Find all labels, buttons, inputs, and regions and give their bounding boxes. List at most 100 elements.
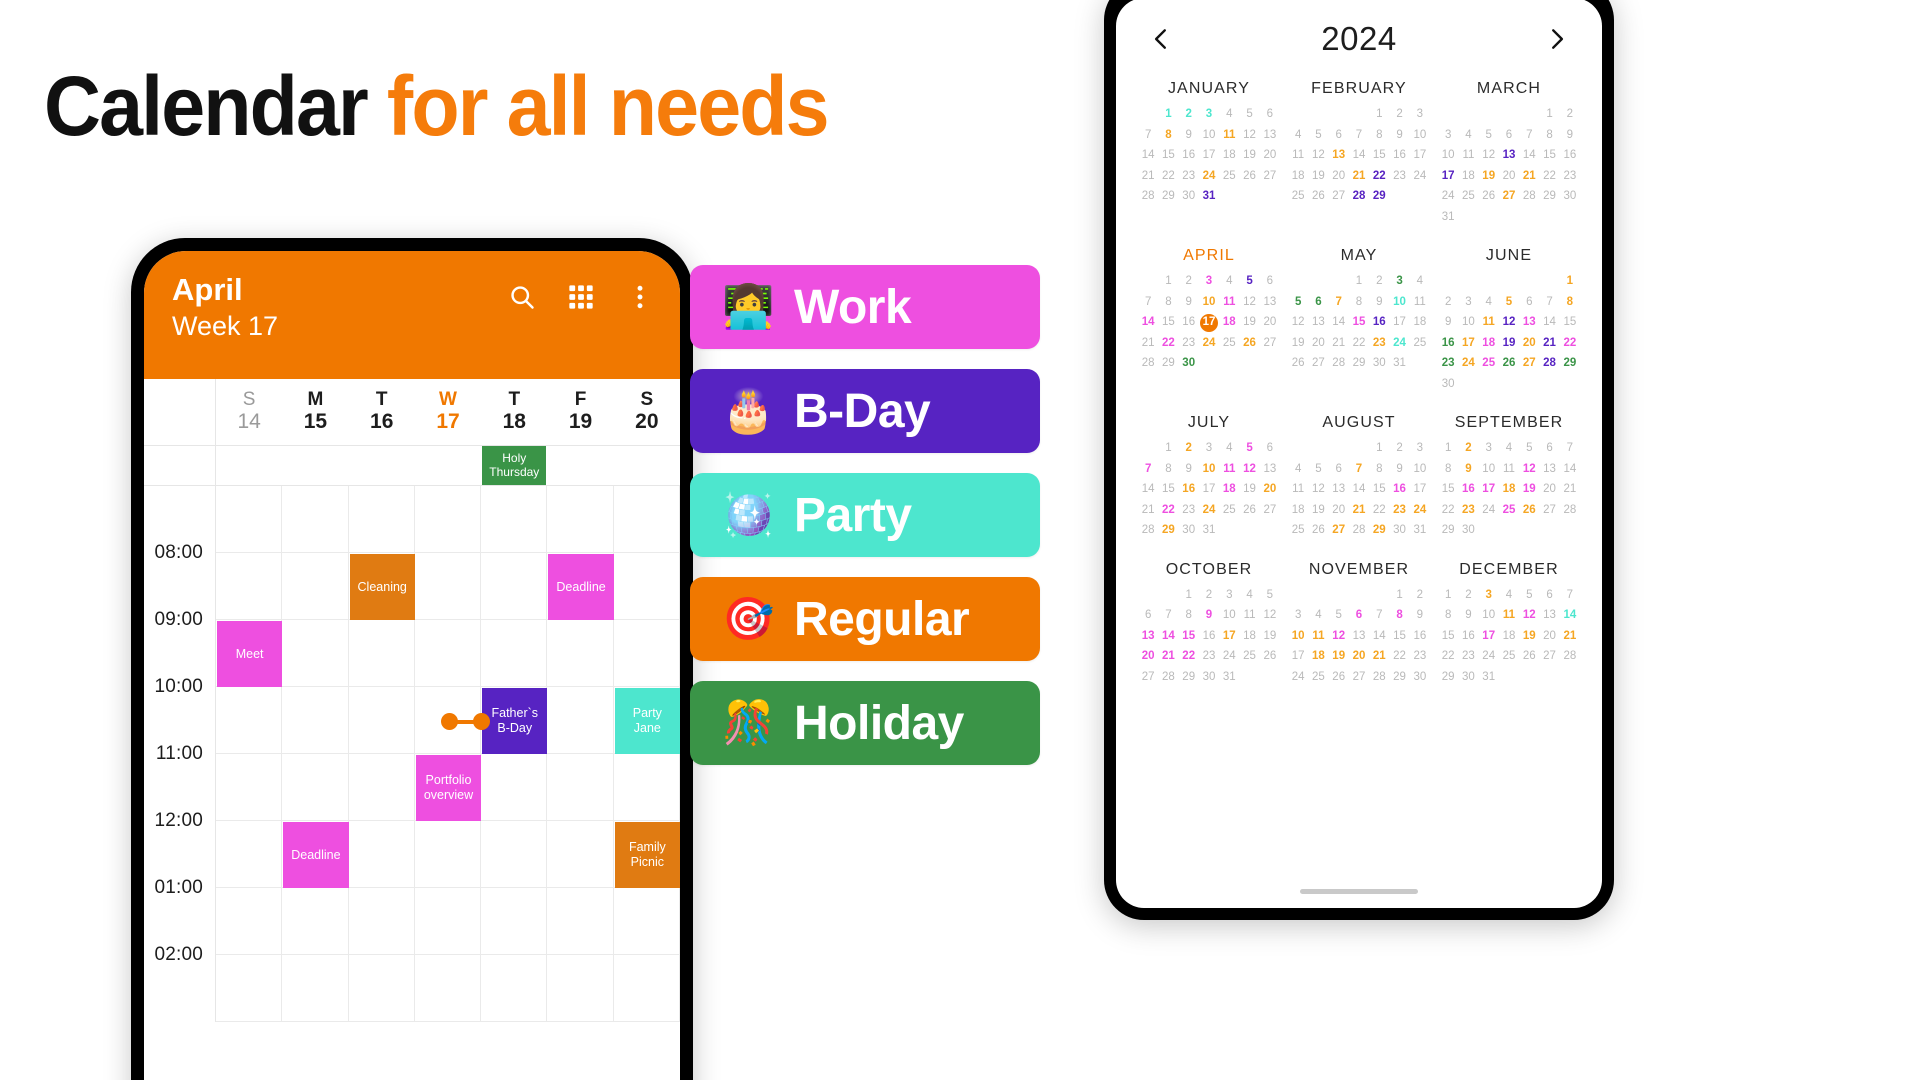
day-cell[interactable]: 15	[1539, 149, 1559, 162]
day-cell[interactable]: 12	[1288, 316, 1308, 329]
day-cell[interactable]: 26	[1499, 357, 1519, 370]
day-cell[interactable]: 29	[1158, 524, 1178, 537]
day-cell[interactable]: 4	[1499, 589, 1519, 602]
day-cell[interactable]: 11	[1219, 129, 1239, 142]
day-cell[interactable]: 10	[1410, 463, 1430, 476]
grid-cell-5-2[interactable]	[348, 821, 415, 888]
day-cell[interactable]: 3	[1458, 296, 1478, 309]
day-cell[interactable]: 10	[1389, 296, 1409, 309]
day-cell[interactable]: 8	[1560, 296, 1580, 309]
day-cell[interactable]: 29	[1539, 190, 1559, 203]
day-cell[interactable]: 24	[1458, 357, 1478, 370]
day-grid[interactable]: 08:00 09:00 10:00 11:00 12:00 01:00 02:00 Clea…	[144, 486, 680, 1080]
day-cell[interactable]: 13	[1260, 463, 1280, 476]
day-cell[interactable]: 30	[1199, 671, 1219, 684]
day-cell[interactable]: 1	[1389, 589, 1409, 602]
day-cell[interactable]: 30	[1438, 378, 1458, 391]
day-cell[interactable]: 20	[1499, 170, 1519, 183]
day-cell[interactable]: 19	[1288, 337, 1308, 350]
grid-cell-4-1[interactable]	[282, 754, 349, 821]
grid-view-icon[interactable]	[567, 283, 595, 311]
day-cell[interactable]: 2	[1179, 108, 1199, 121]
day-cell[interactable]: 12	[1239, 296, 1259, 309]
day-cell[interactable]: 10	[1458, 316, 1478, 329]
grid-cell-4-2[interactable]	[348, 754, 415, 821]
day-cell[interactable]: 2	[1179, 275, 1199, 288]
day-cell[interactable]: 27	[1539, 504, 1559, 517]
day-cell[interactable]: 16	[1458, 483, 1478, 496]
month-may[interactable]: MAY 1 2 3 4 5 6 7 8 9 10 11 12 13 14 15 16 17 18 19 20 21 22 23…	[1284, 247, 1434, 390]
day-cell[interactable]: 24	[1410, 504, 1430, 517]
day-cell[interactable]: 28	[1560, 504, 1580, 517]
day-cell[interactable]: 9	[1199, 609, 1219, 622]
day-cell[interactable]: 13	[1539, 463, 1559, 476]
day-cell[interactable]: 23	[1389, 170, 1409, 183]
day-cell[interactable]: 14	[1560, 609, 1580, 622]
day-cell[interactable]: 16	[1199, 630, 1219, 643]
day-cell[interactable]: 11	[1499, 609, 1519, 622]
grid-cell-2-5[interactable]	[547, 620, 614, 687]
grid-cell-5-4[interactable]	[481, 821, 548, 888]
calendar-event[interactable]: Family Picnic	[614, 822, 680, 888]
day-cell[interactable]: 28	[1138, 190, 1158, 203]
day-cell[interactable]: 28	[1158, 671, 1178, 684]
day-cell[interactable]: 29	[1369, 190, 1389, 203]
day-cell[interactable]: 12	[1329, 630, 1349, 643]
day-cell[interactable]: 1	[1158, 275, 1178, 288]
day-cell[interactable]: 13	[1260, 129, 1280, 142]
grid-cell-3-0[interactable]	[216, 687, 283, 754]
day-cell[interactable]: 30	[1179, 524, 1199, 537]
day-cell[interactable]: 29	[1560, 357, 1580, 370]
day-cell[interactable]: 6	[1138, 609, 1158, 622]
day-cell[interactable]: 9	[1410, 609, 1430, 622]
day-cell[interactable]: 30	[1389, 524, 1409, 537]
all-day-cell-4[interactable]: Holy Thursday	[481, 446, 547, 485]
all-day-cell-6[interactable]	[614, 446, 680, 485]
all-day-cell-0[interactable]	[216, 446, 282, 485]
more-vert-icon[interactable]	[626, 283, 654, 311]
day-cell[interactable]: 25	[1219, 170, 1239, 183]
grid-cell-1-4[interactable]	[481, 553, 548, 620]
day-cell[interactable]: 21	[1138, 504, 1158, 517]
day-cell[interactable]: 21	[1519, 170, 1539, 183]
day-cell[interactable]: 17	[1389, 316, 1409, 329]
day-cell[interactable]: 28	[1138, 524, 1158, 537]
day-cell[interactable]: 7	[1519, 129, 1539, 142]
day-cell[interactable]: 27	[1539, 650, 1559, 663]
day-cell[interactable]: 9	[1389, 463, 1409, 476]
day-cell[interactable]: 26	[1329, 671, 1349, 684]
day-cell[interactable]: 30	[1179, 357, 1199, 370]
grid-cell-2-6[interactable]	[613, 620, 680, 687]
grid-cell-6-6[interactable]	[613, 888, 680, 955]
day-cell[interactable]: 4	[1479, 296, 1499, 309]
day-cell[interactable]: 6	[1329, 463, 1349, 476]
grid-cell-2-3[interactable]	[414, 620, 482, 687]
day-cell[interactable]: 12	[1308, 483, 1328, 496]
day-cell[interactable]: 16	[1410, 630, 1430, 643]
grid-cell-7-1[interactable]	[282, 955, 349, 1022]
day-cell[interactable]: 19	[1239, 483, 1259, 496]
week-day-6[interactable]: S 20	[614, 379, 680, 445]
day-cell[interactable]: 2	[1389, 108, 1409, 121]
week-day-4[interactable]: T 18	[481, 379, 547, 445]
day-cell[interactable]: 16	[1179, 316, 1199, 329]
day-cell[interactable]: 27	[1260, 504, 1280, 517]
day-cell[interactable]: 29	[1369, 524, 1389, 537]
day-cell[interactable]: 24	[1199, 337, 1219, 350]
day-cell[interactable]: 19	[1308, 504, 1328, 517]
day-cell[interactable]: 3	[1479, 589, 1499, 602]
day-cell[interactable]: 5	[1239, 108, 1259, 121]
day-cell[interactable]: 22	[1158, 337, 1178, 350]
day-cell[interactable]: 12	[1260, 609, 1280, 622]
day-cell[interactable]: 31	[1479, 671, 1499, 684]
day-cell[interactable]: 10	[1438, 149, 1458, 162]
day-cell[interactable]: 17	[1438, 170, 1458, 183]
day-cell[interactable]: 17	[1219, 630, 1239, 643]
grid-cell-7-2[interactable]	[348, 955, 415, 1022]
day-cell[interactable]: 11	[1308, 630, 1328, 643]
day-cell[interactable]: 19	[1239, 149, 1259, 162]
day-cell[interactable]: 26	[1308, 524, 1328, 537]
day-cell[interactable]: 28	[1138, 357, 1158, 370]
day-cell[interactable]: 13	[1349, 630, 1369, 643]
day-cell[interactable]: 24	[1288, 671, 1308, 684]
